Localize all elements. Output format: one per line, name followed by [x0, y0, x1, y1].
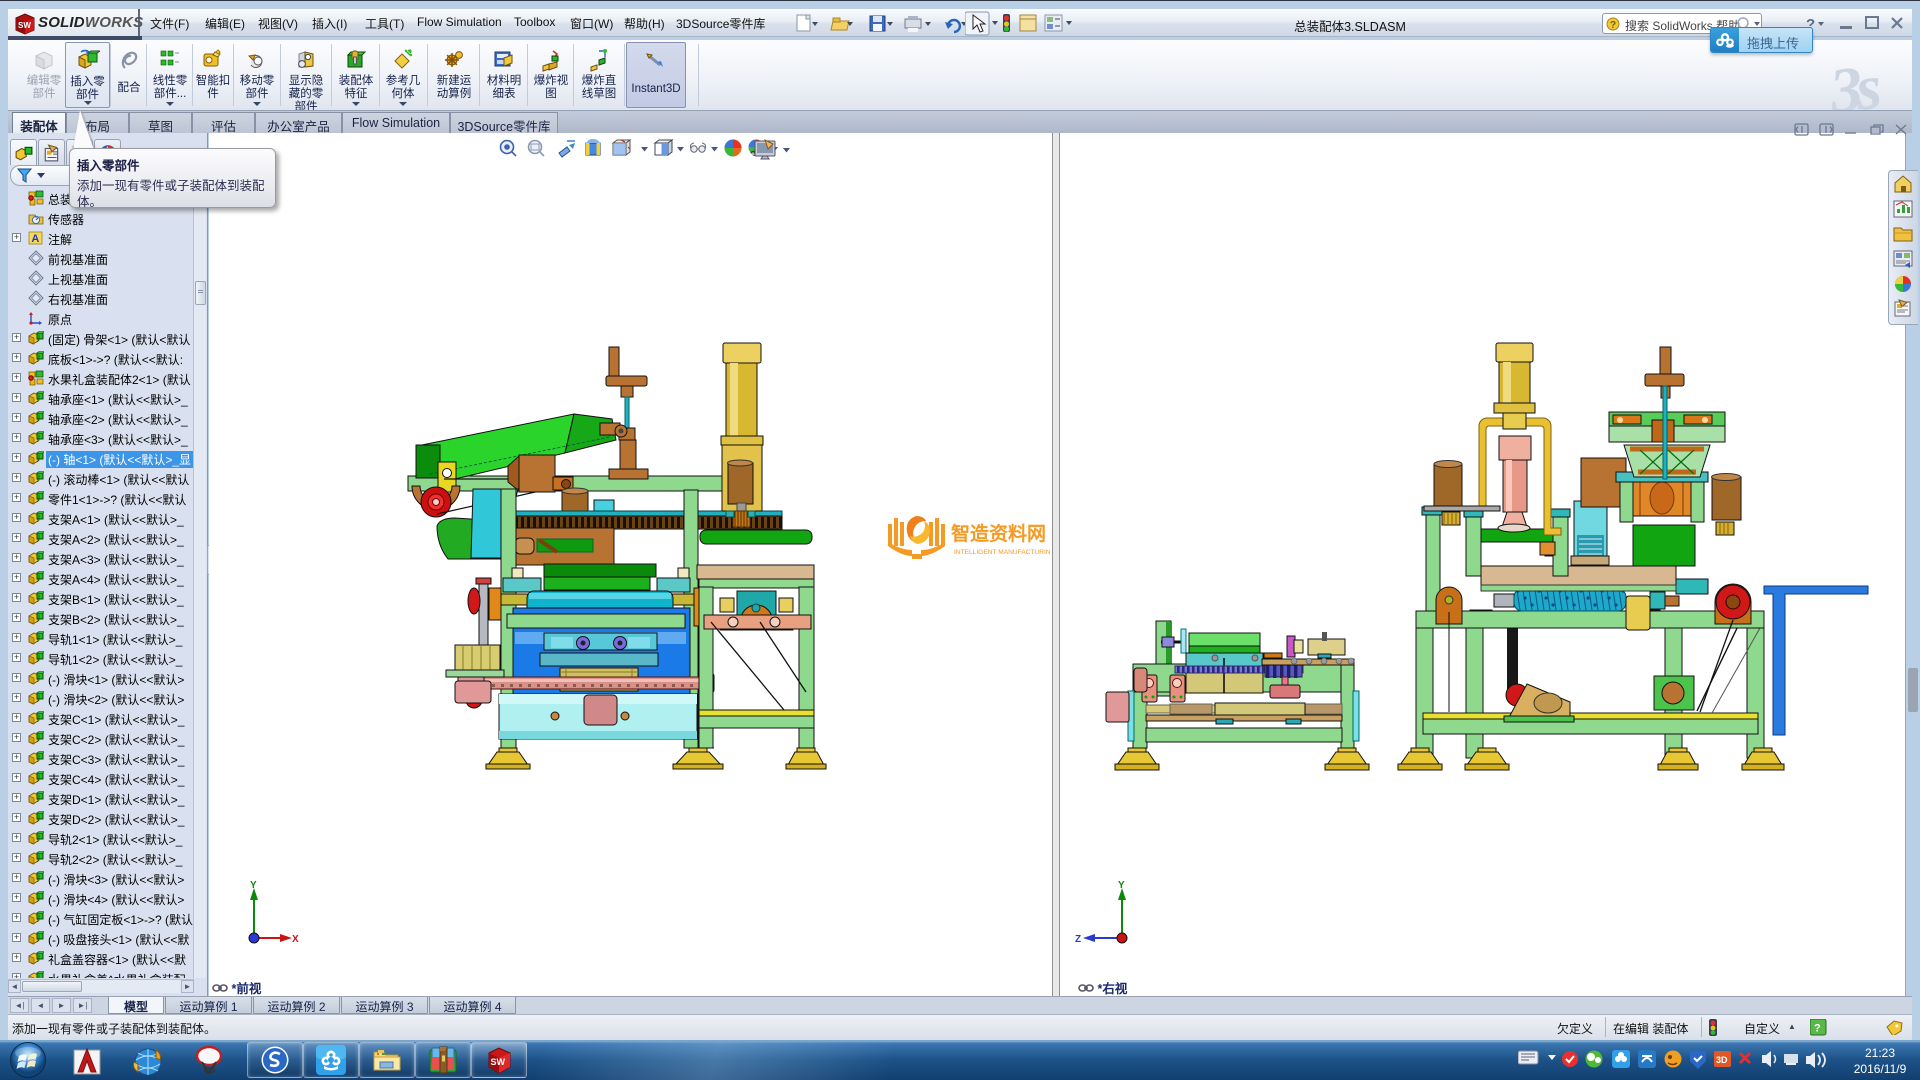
svg-text:3D: 3D	[1716, 1055, 1728, 1065]
svg-text:SW: SW	[18, 21, 31, 30]
svg-text:?: ?	[1814, 1023, 1821, 1035]
svg-text:A: A	[31, 233, 39, 245]
svg-text:智造资料网: 智造资料网	[951, 522, 1046, 545]
svg-text:SW: SW	[491, 1057, 506, 1067]
svg-text:Z: Z	[1075, 934, 1081, 945]
svg-text:?: ?	[1610, 20, 1616, 31]
svg-text:Y: Y	[1118, 880, 1125, 891]
svg-text:INTELLIGENT MANUFACTURING DATA: INTELLIGENT MANUFACTURING DATA	[954, 549, 1050, 556]
svg-text:X: X	[292, 934, 299, 945]
svg-text:Y: Y	[250, 880, 257, 891]
